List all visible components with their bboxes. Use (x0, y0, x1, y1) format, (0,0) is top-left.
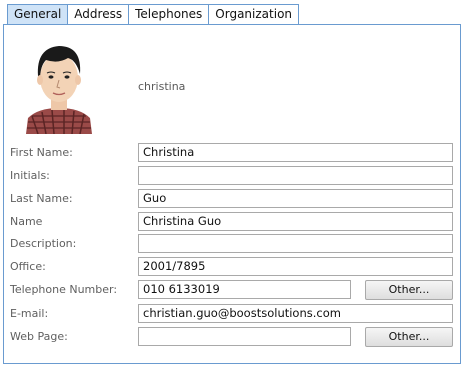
description-field[interactable] (138, 234, 453, 253)
last-name-row: Last Name: Guo (10, 189, 455, 209)
email-row: E-mail: christian.guo@boostsolutions.com (10, 304, 455, 324)
telephone-field[interactable]: 010 6133019 (138, 280, 351, 299)
web-page-field[interactable] (138, 327, 351, 346)
description-label: Description: (10, 237, 77, 250)
telephone-label: Telephone Number: (10, 283, 118, 296)
display-name-label: Name (10, 215, 43, 228)
first-name-field[interactable]: Christina (138, 143, 453, 162)
tab-bar: General Address Telephones Organization (7, 4, 300, 25)
office-row: Office: 2001/7895 (10, 257, 455, 277)
last-name-field[interactable]: Guo (138, 189, 453, 208)
first-name-row: First Name: Christina (10, 143, 455, 163)
web-page-row: Web Page: Other... (10, 327, 455, 347)
initials-field[interactable] (138, 166, 453, 185)
tab-general[interactable]: General (7, 4, 69, 24)
telephone-other-button[interactable]: Other... (365, 280, 453, 300)
account-name: christina (138, 80, 186, 93)
general-panel: christina First Name: Christina Initials… (3, 24, 461, 364)
web-page-label: Web Page: (10, 330, 68, 343)
office-field[interactable]: 2001/7895 (138, 257, 453, 276)
display-name-field[interactable]: Christina Guo (138, 212, 453, 231)
initials-row: Initials: (10, 166, 455, 186)
office-label: Office: (10, 260, 46, 273)
last-name-label: Last Name: (10, 192, 73, 205)
tab-organization[interactable]: Organization (209, 4, 300, 24)
email-field[interactable]: christian.guo@boostsolutions.com (138, 304, 453, 323)
display-name-row: Name Christina Guo (10, 212, 455, 232)
initials-label: Initials: (10, 169, 50, 182)
description-row: Description: (10, 234, 455, 254)
tab-address[interactable]: Address (68, 4, 130, 24)
user-avatar (18, 38, 100, 134)
email-label: E-mail: (10, 307, 49, 320)
telephone-row: Telephone Number: 010 6133019 Other... (10, 280, 455, 300)
web-page-other-button[interactable]: Other... (365, 327, 453, 347)
tab-telephones[interactable]: Telephones (129, 4, 210, 24)
first-name-label: First Name: (10, 146, 73, 159)
